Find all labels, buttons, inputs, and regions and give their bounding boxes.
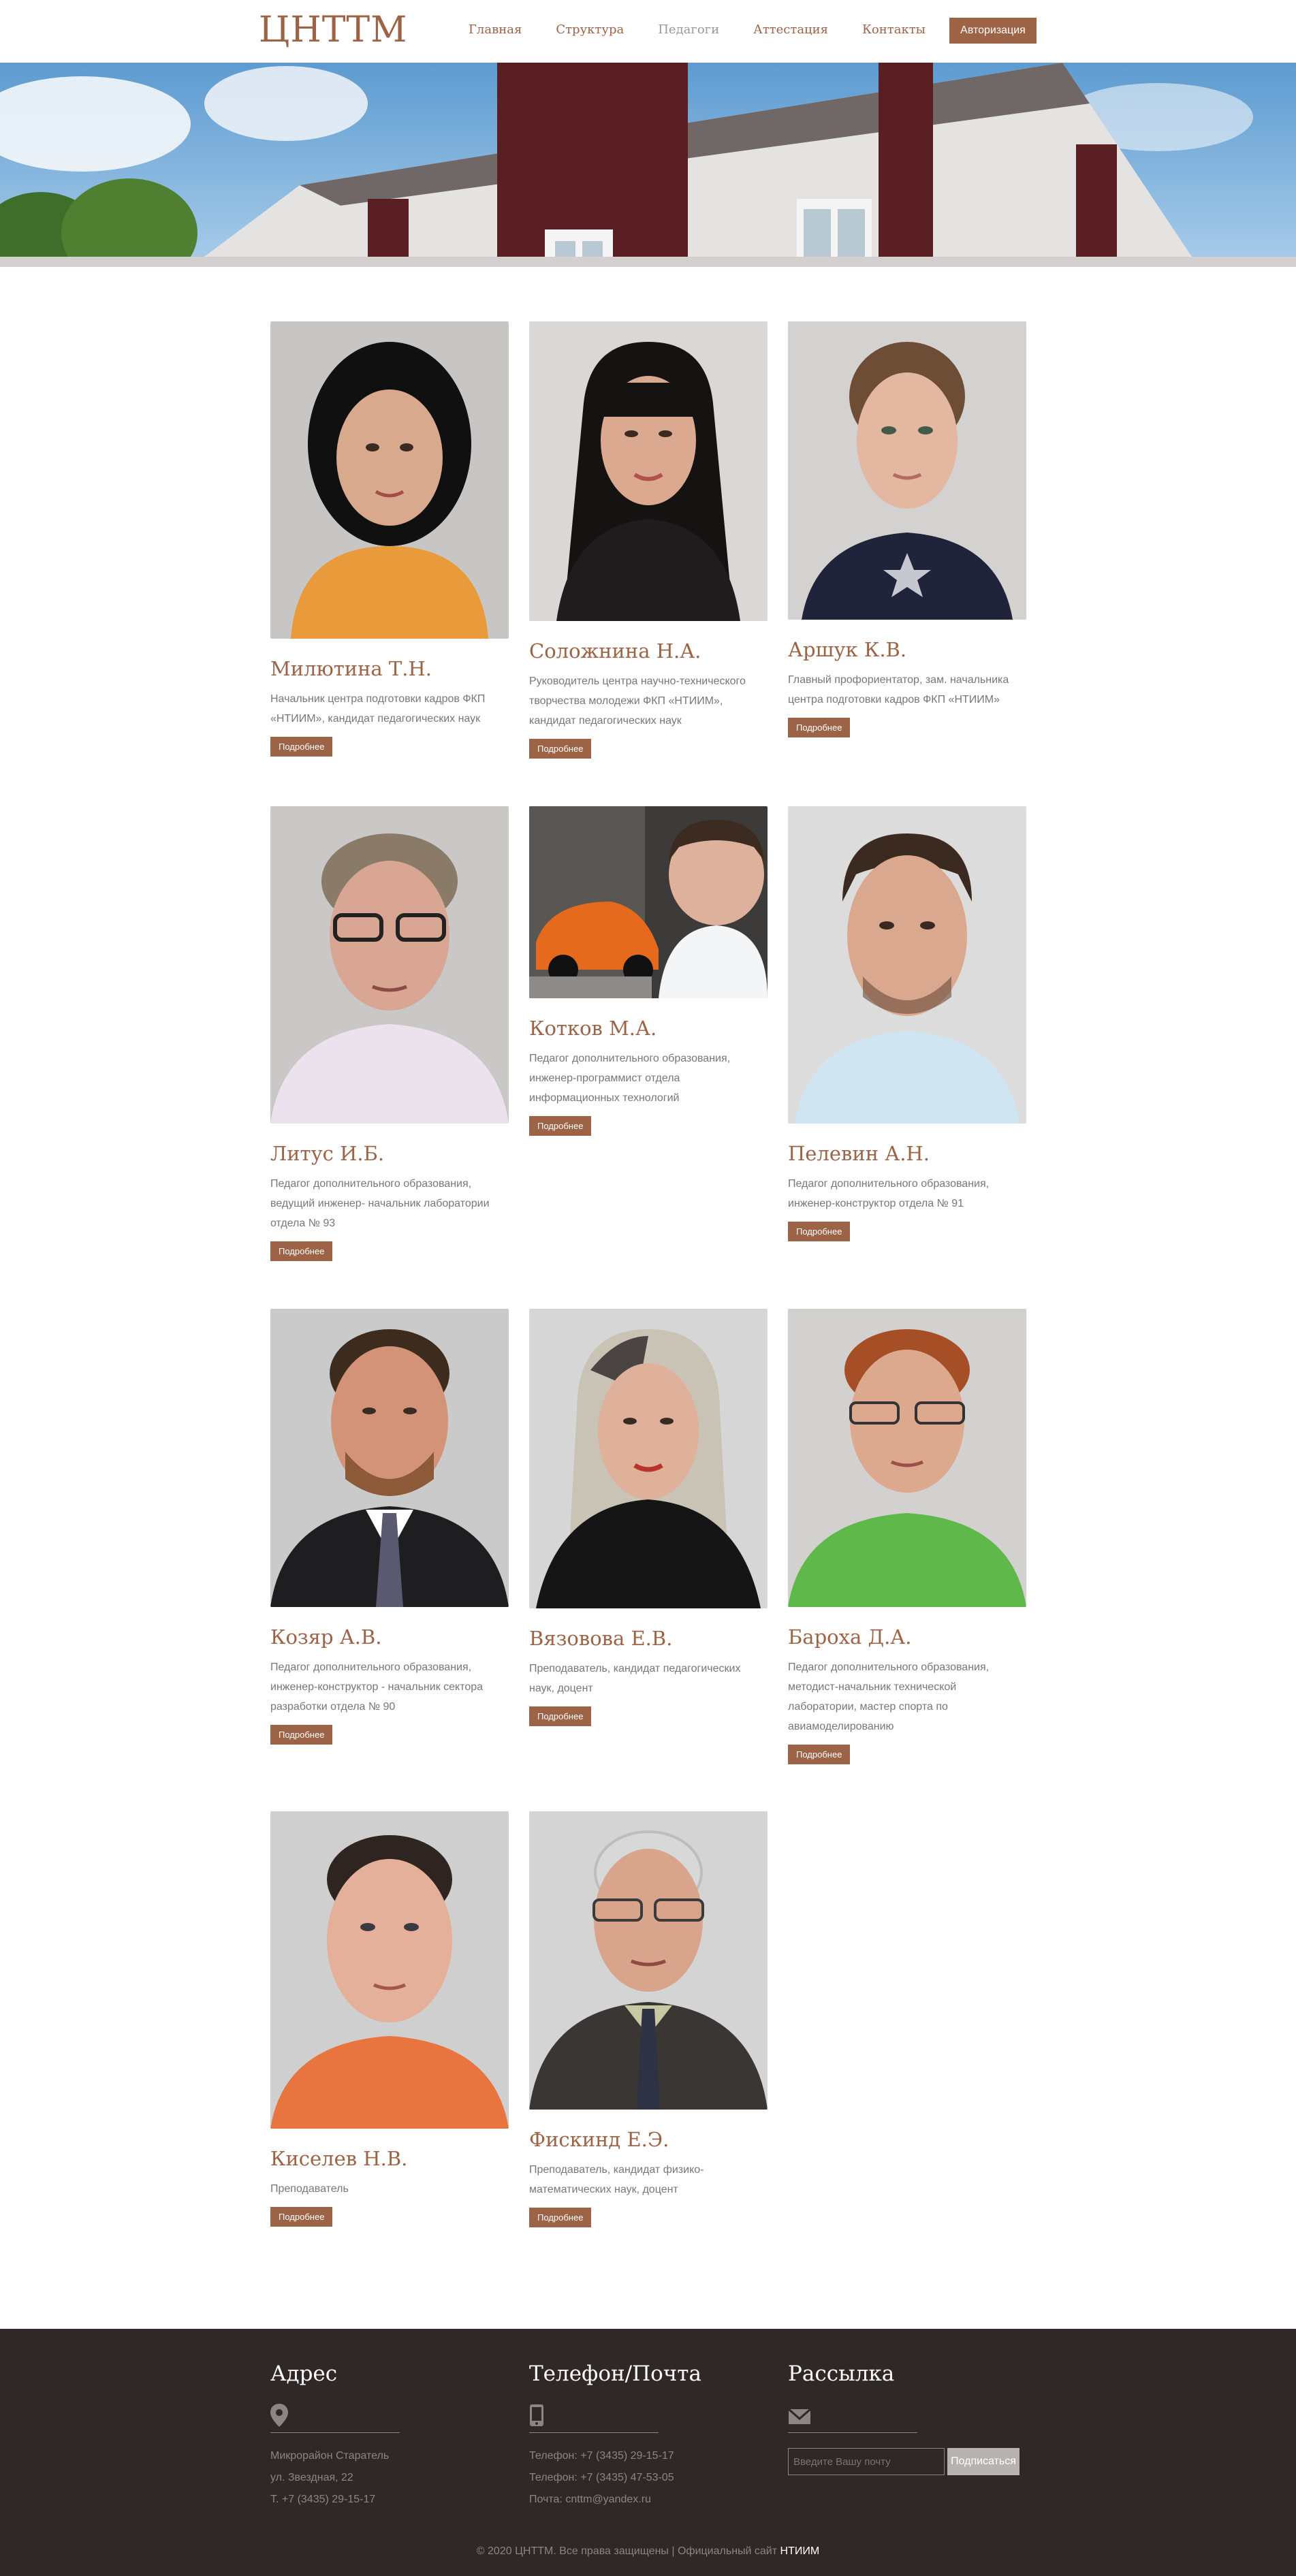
staff-photo: [529, 321, 768, 621]
details-button[interactable]: Подробнее: [270, 1725, 333, 1745]
staff-description: Преподаватель, кандидат педагогических н…: [529, 1663, 741, 1694]
staff-photo: [788, 321, 1026, 620]
details-button[interactable]: Подробнее: [788, 1745, 851, 1764]
staff-photo: [529, 1811, 768, 2110]
staff-card: Козяр А.В. Педагог дополнительного образ…: [270, 1309, 509, 1745]
details-button[interactable]: Подробнее: [270, 1241, 333, 1261]
staff-description: Преподаватель, кандидат физико-математич…: [529, 2164, 704, 2195]
copyright: © 2020 ЦНТТМ. Все права защищены | Офици…: [476, 2545, 820, 2557]
staff-description: Педагог дополнительного образования, инж…: [529, 1053, 731, 1104]
staff-name: Пелевин А.Н.: [788, 1142, 930, 1165]
footer-contacts-text: Телефон: +7 (3435) 29-15-17 Телефон: +7 …: [529, 2450, 674, 2505]
site-footer: Адрес Микрорайон Старатель ул. Звездная,…: [0, 2329, 1296, 2576]
nav-teachers[interactable]: Педагоги: [658, 22, 719, 37]
map-pin-icon: [270, 2404, 502, 2427]
staff-name: Литус И.Б.: [270, 1142, 385, 1165]
subscribe-form: Подписаться: [788, 2448, 1020, 2475]
login-button[interactable]: Авторизация: [949, 18, 1037, 44]
main-nav: Главная Структура Педагоги Аттестация Ко…: [469, 22, 960, 37]
details-button[interactable]: Подробнее: [529, 2208, 592, 2227]
staff-name: Котков М.А.: [529, 1017, 657, 1040]
footer-divider: [529, 2432, 659, 2433]
staff-photo: [270, 1309, 509, 1607]
staff-name: Козяр А.В.: [270, 1625, 382, 1649]
details-button[interactable]: Подробнее: [529, 739, 592, 759]
details-button[interactable]: Подробнее: [788, 718, 851, 737]
staff-photo: [270, 321, 509, 639]
staff-name: Киселев Н.В.: [270, 2147, 408, 2170]
nav-contacts[interactable]: Контакты: [862, 22, 926, 37]
staff-photo: [529, 806, 768, 998]
ntiim-link[interactable]: НТИИМ: [780, 2545, 820, 2557]
footer-newsletter: Рассылка Подписаться: [788, 2362, 1020, 2475]
site-header: ЦНТТМ Главная Структура Педагоги Аттеста…: [0, 0, 1296, 63]
staff-photo: [270, 1811, 509, 2129]
footer-address-text: Микрорайон Старатель ул. Звездная, 22 Т.…: [270, 2450, 390, 2505]
footer-newsletter-title: Рассылка: [788, 2362, 895, 2386]
staff-name: Бароха Д.А.: [788, 1625, 912, 1649]
hero-banner: [0, 63, 1296, 267]
staff-photo: [529, 1309, 768, 1608]
footer-divider: [270, 2432, 400, 2433]
staff-card: Бароха Д.А. Педагог дополнительного обра…: [788, 1309, 1026, 1764]
staff-card: Котков М.А. Педагог дополнительного обра…: [529, 806, 768, 1136]
staff-card: Литус И.Б. Педагог дополнительного образ…: [270, 806, 509, 1261]
staff-description: Начальник центра подготовки кадров ФКП «…: [270, 693, 486, 725]
footer-contacts-title: Телефон/Почта: [529, 2362, 701, 2386]
nav-structure[interactable]: Структура: [556, 22, 624, 37]
staff-description: Педагог дополнительного образования, инж…: [270, 1661, 484, 1713]
staff-card: Киселев Н.В. Преподаватель Подробнее: [270, 1811, 509, 2227]
staff-name: Вязовова Е.В.: [529, 1627, 673, 1650]
details-button[interactable]: Подробнее: [529, 1116, 592, 1136]
staff-card: Аршук К.В. Главный профориентатор, зам. …: [788, 321, 1026, 737]
staff-card: Пелевин А.Н. Педагог дополнительного обр…: [788, 806, 1026, 1241]
staff-photo: [270, 806, 509, 1124]
staff-name: Милютина Т.Н.: [270, 657, 432, 680]
staff-card: Соложнина Н.А. Руководитель центра научн…: [529, 321, 768, 759]
staff-card: Фискинд Е.Э. Преподаватель, кандидат физ…: [529, 1811, 768, 2227]
staff-photo: [788, 806, 1026, 1124]
details-button[interactable]: Подробнее: [529, 1706, 592, 1726]
staff-name: Соложнина Н.А.: [529, 639, 701, 663]
email-field[interactable]: [788, 2448, 945, 2475]
staff-description: Преподаватель: [270, 2183, 349, 2195]
staff-description: Педагог дополнительного образования, мет…: [788, 1661, 990, 1732]
staff-description: Руководитель центра научно-технического …: [529, 675, 746, 727]
staff-photo: [788, 1309, 1026, 1607]
staff-name: Аршук К.В.: [788, 638, 907, 661]
staff-card: Вязовова Е.В. Преподаватель, кандидат пе…: [529, 1309, 768, 1726]
staff-description: Педагог дополнительного образования, вед…: [270, 1178, 490, 1229]
phone-icon: [529, 2404, 761, 2427]
nav-attestation[interactable]: Аттестация: [753, 22, 828, 37]
envelope-icon: [788, 2404, 1020, 2427]
site-logo[interactable]: ЦНТТМ: [259, 10, 407, 50]
staff-name: Фискинд Е.Э.: [529, 2128, 669, 2151]
details-button[interactable]: Подробнее: [270, 737, 333, 757]
staff-description: Педагог дополнительного образования, инж…: [788, 1178, 990, 1209]
staff-card: Милютина Т.Н. Начальник центра подготовк…: [270, 321, 509, 757]
footer-address-title: Адрес: [270, 2362, 338, 2386]
details-button[interactable]: Подробнее: [270, 2207, 333, 2227]
staff-description: Главный профориентатор, зам. начальника …: [788, 674, 1009, 705]
footer-address: Адрес Микрорайон Старатель ул. Звездная,…: [270, 2362, 502, 2511]
footer-contacts: Телефон/Почта Телефон: +7 (3435) 29-15-1…: [529, 2362, 761, 2511]
nav-home[interactable]: Главная: [469, 22, 522, 37]
subscribe-button[interactable]: Подписаться: [947, 2448, 1020, 2475]
footer-divider: [788, 2432, 917, 2433]
details-button[interactable]: Подробнее: [788, 1222, 851, 1241]
